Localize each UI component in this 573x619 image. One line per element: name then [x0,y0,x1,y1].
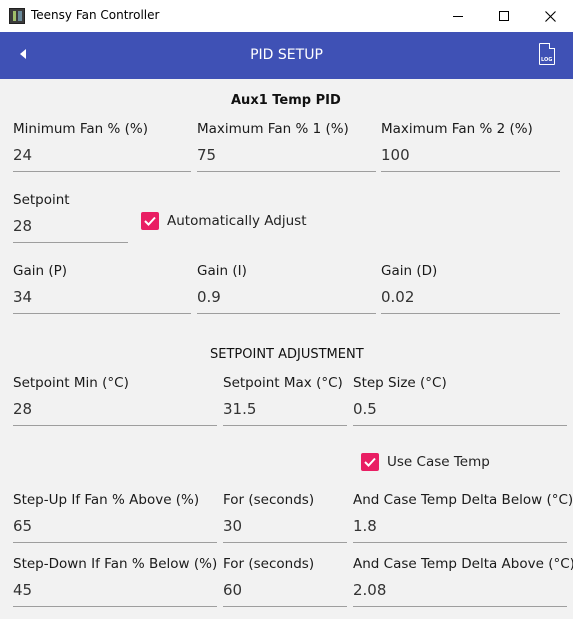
gain-p-input[interactable]: 34 [13,288,32,306]
min-fan-underline [13,171,191,172]
step-up-fan-label: Step-Up If Fan % Above (%) [13,492,200,508]
maximize-icon [499,11,509,21]
log-label: LOG [541,57,553,63]
step-up-seconds-input[interactable]: 30 [223,517,242,535]
pid-section-title: Aux1 Temp PID [231,93,341,108]
min-fan-input[interactable]: 24 [13,146,32,164]
step-up-delta-field[interactable]: And Case Temp Delta Below (°C) 1.8 [353,492,573,543]
max-fan-2-input[interactable]: 100 [381,146,410,164]
checkmark-icon [144,216,156,226]
setpoint-label: Setpoint [13,192,70,208]
auto-adjust-checkbox[interactable] [141,212,159,230]
gain-p-label: Gain (P) [13,263,68,279]
step-down-fan-label: Step-Down If Fan % Below (%) [13,556,218,572]
max-fan-2-field[interactable]: Maximum Fan % 2 (%) 100 [381,121,560,172]
gain-i-label: Gain (I) [197,263,247,279]
step-size-input[interactable]: 0.5 [353,400,377,418]
setpoint-adjustment-title: SETPOINT ADJUSTMENT [210,347,364,362]
min-fan-field[interactable]: Minimum Fan % (%) 24 [13,121,191,172]
step-up-seconds-underline [223,542,347,543]
window-titlebar: Teensy Fan Controller [0,0,573,32]
gain-d-input[interactable]: 0.02 [381,288,414,306]
step-up-delta-underline [353,542,567,543]
setpoint-max-underline [223,425,347,426]
setpoint-min-underline [13,425,217,426]
step-down-seconds-field[interactable]: For (seconds) 60 [223,556,347,607]
use-case-temp-label: Use Case Temp [387,454,490,470]
step-size-underline [353,425,567,426]
step-down-fan-underline [13,606,217,607]
log-file-button[interactable]: LOG [539,43,555,65]
gain-i-field[interactable]: Gain (I) 0.9 [197,263,376,314]
max-fan-1-underline [197,171,376,172]
page-title: PID SETUP [250,47,323,63]
step-down-delta-input[interactable]: 2.08 [353,581,386,599]
step-down-delta-field[interactable]: And Case Temp Delta Above (°C) 2.08 [353,556,573,607]
step-down-delta-underline [353,606,567,607]
app-header: PID SETUP LOG [0,32,573,79]
setpoint-max-label: Setpoint Max (°C) [223,375,343,391]
step-up-fan-input[interactable]: 65 [13,517,32,535]
use-case-temp-checkbox[interactable] [361,453,379,471]
step-size-field[interactable]: Step Size (°C) 0.5 [353,375,567,426]
close-button[interactable] [527,0,573,32]
max-fan-1-field[interactable]: Maximum Fan % 1 (%) 75 [197,121,376,172]
max-fan-1-label: Maximum Fan % 1 (%) [197,121,349,137]
app-icon [9,8,25,24]
window-title: Teensy Fan Controller [31,8,160,22]
setpoint-field[interactable]: Setpoint 28 [13,192,128,243]
setpoint-input[interactable]: 28 [13,217,32,235]
step-down-delta-label: And Case Temp Delta Above (°C) [353,556,573,572]
step-down-seconds-label: For (seconds) [223,556,315,572]
use-case-temp-checkbox-row[interactable]: Use Case Temp [361,452,490,472]
gain-d-label: Gain (D) [381,263,438,279]
gain-i-underline [197,313,376,314]
gain-p-field[interactable]: Gain (P) 34 [13,263,191,314]
step-up-fan-field[interactable]: Step-Up If Fan % Above (%) 65 [13,492,217,543]
step-up-delta-label: And Case Temp Delta Below (°C) [353,492,573,508]
setpoint-min-label: Setpoint Min (°C) [13,375,129,391]
setpoint-min-field[interactable]: Setpoint Min (°C) 28 [13,375,217,426]
step-down-fan-input[interactable]: 45 [13,581,32,599]
auto-adjust-label: Automatically Adjust [167,213,307,229]
auto-adjust-checkbox-row[interactable]: Automatically Adjust [141,211,307,231]
checkmark-icon [364,457,376,467]
min-fan-label: Minimum Fan % (%) [13,121,148,137]
gain-i-input[interactable]: 0.9 [197,288,221,306]
step-up-seconds-label: For (seconds) [223,492,315,508]
setpoint-min-input[interactable]: 28 [13,400,32,418]
max-fan-2-underline [381,171,560,172]
max-fan-2-label: Maximum Fan % 2 (%) [381,121,533,137]
step-up-delta-input[interactable]: 1.8 [353,517,377,535]
max-fan-1-input[interactable]: 75 [197,146,216,164]
minimize-icon [453,15,463,17]
gain-d-underline [381,313,560,314]
step-down-seconds-input[interactable]: 60 [223,581,242,599]
setpoint-underline [13,242,128,243]
setpoint-max-input[interactable]: 31.5 [223,400,256,418]
step-size-label: Step Size (°C) [353,375,447,391]
close-icon [544,10,556,22]
gain-d-field[interactable]: Gain (D) 0.02 [381,263,560,314]
step-up-fan-underline [13,542,217,543]
step-down-fan-field[interactable]: Step-Down If Fan % Below (%) 45 [13,556,218,607]
step-down-seconds-underline [223,606,347,607]
step-up-seconds-field[interactable]: For (seconds) 30 [223,492,347,543]
maximize-button[interactable] [481,0,527,32]
setpoint-max-field[interactable]: Setpoint Max (°C) 31.5 [223,375,347,426]
minimize-button[interactable] [435,0,481,32]
gain-p-underline [13,313,191,314]
